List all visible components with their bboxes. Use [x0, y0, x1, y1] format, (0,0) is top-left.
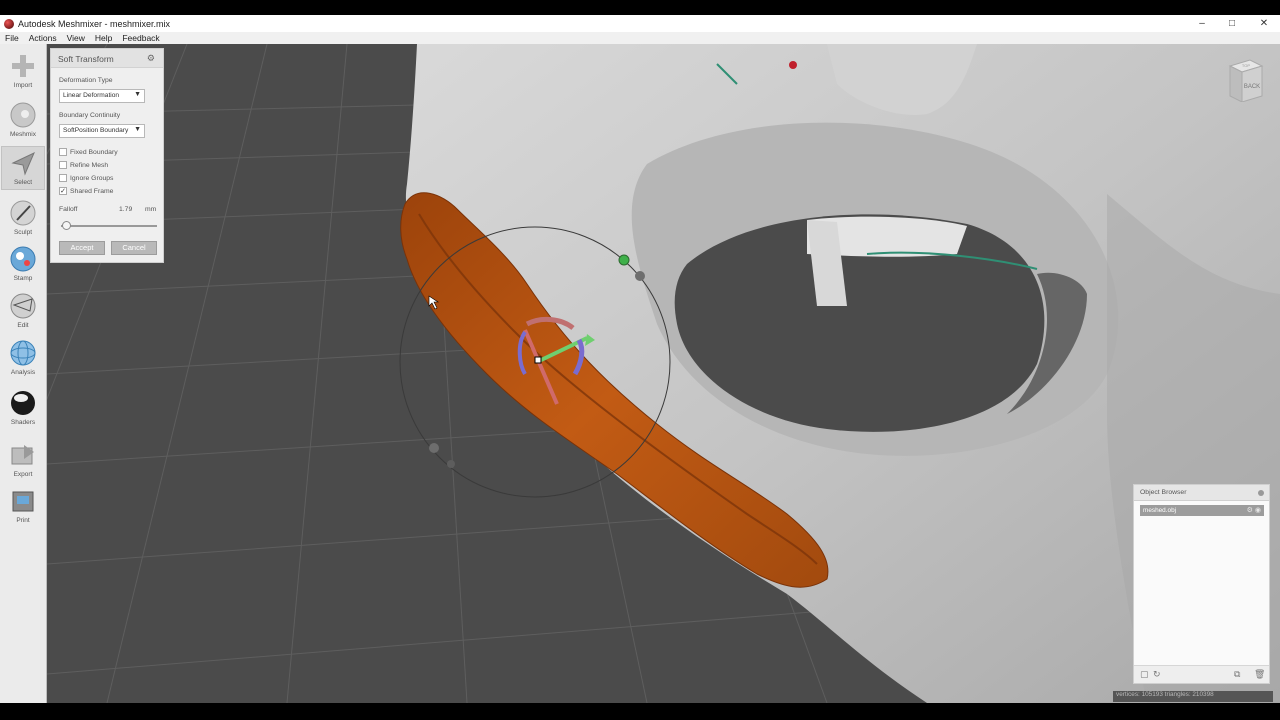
cancel-button[interactable]: Cancel [111, 241, 157, 255]
falloff-slider-track[interactable] [61, 225, 157, 227]
plus-icon [9, 52, 37, 80]
tool-label: Stamp [13, 275, 33, 282]
checkbox-label: Refine Mesh [70, 161, 109, 169]
tool-label: Export [13, 471, 33, 478]
window-titlebar: Autodesk Meshmixer - meshmixer.mix – □ ✕ [0, 15, 1280, 32]
meshmixer-app-icon [4, 18, 14, 29]
menu-bar: File Actions View Help Feedback [0, 32, 1280, 44]
view-cube[interactable]: BACK TOP [1228, 58, 1264, 103]
printer-icon [9, 487, 37, 515]
checkbox-box-checked[interactable]: ✓ [59, 187, 67, 195]
falloff-unit: mm [145, 206, 157, 213]
deformation-type-dropdown[interactable]: Linear Deformation ▼ [59, 89, 145, 103]
refresh-icon[interactable]: ↻ [1153, 669, 1161, 680]
refine-mesh-checkbox[interactable]: Refine Mesh [59, 161, 108, 169]
gizmo-grey-handle[interactable] [635, 271, 645, 281]
tool-label: Edit [17, 322, 29, 329]
letterbox-bottom [0, 703, 1280, 720]
menu-actions[interactable]: Actions [24, 33, 62, 43]
chevron-down-icon: ▼ [134, 91, 141, 98]
left-toolbar: Import Meshmix Select Sculpt Stamp Edit [0, 44, 47, 703]
deformation-type-label: Deformation Type [59, 77, 113, 84]
falloff-value[interactable]: 1.79 [119, 206, 132, 213]
menu-view[interactable]: View [62, 33, 90, 43]
checkbox-box[interactable] [59, 161, 67, 169]
checkbox-box[interactable] [59, 148, 67, 156]
close-button[interactable]: ✕ [1249, 15, 1279, 32]
object-name: meshed.obj [1143, 507, 1177, 514]
stamp-icon [9, 245, 37, 273]
accept-button[interactable]: Accept [59, 241, 105, 255]
tool-label: Meshmix [9, 131, 36, 138]
soft-transform-panel: Soft Transform ⚙ Deformation Type Linear… [50, 48, 164, 263]
boundary-continuity-dropdown[interactable]: SoftPosition Boundary ▼ [59, 124, 145, 138]
object-browser-title-text: Object Browser [1140, 489, 1187, 496]
checkbox-box[interactable] [59, 174, 67, 182]
maximize-button[interactable]: □ [1217, 15, 1247, 32]
checkbox-label: Ignore Groups [70, 174, 114, 182]
tool-label: Analysis [10, 369, 36, 376]
tool-export[interactable]: Export [1, 437, 45, 481]
3d-viewport[interactable] [47, 44, 1280, 703]
view-cube-face-label: BACK [1244, 84, 1260, 90]
boundary-continuity-value: SoftPosition Boundary [63, 127, 129, 134]
cube-icon[interactable]: ▢ [1140, 669, 1149, 680]
meshmix-sphere-icon [9, 101, 37, 129]
tool-label: Shaders [10, 419, 36, 426]
chevron-down-icon: ▼ [134, 126, 141, 133]
window-title: Autodesk Meshmixer - meshmixer.mix [18, 18, 171, 29]
tool-import[interactable]: Import [1, 48, 45, 92]
tool-label: Print [16, 517, 30, 524]
close-icon[interactable] [1258, 490, 1264, 496]
falloff-slider-handle[interactable] [62, 221, 71, 230]
object-row[interactable]: meshed.obj ⚙ ◉ [1140, 505, 1264, 516]
menu-feedback[interactable]: Feedback [117, 33, 164, 43]
duplicate-icon[interactable]: ⧉ [1234, 669, 1240, 680]
boundary-continuity-label: Boundary Continuity [59, 112, 121, 119]
shader-sphere-icon [9, 389, 37, 417]
analysis-sphere-icon [9, 339, 37, 367]
object-browser: Object Browser meshed.obj ⚙ ◉ ▢ ↻ ⧉ 🗑 [1133, 484, 1270, 684]
select-arrow-icon [9, 149, 37, 177]
mesh-stats-status: vertices: 105193 triangles: 210398 [1113, 691, 1273, 702]
menu-help[interactable]: Help [90, 33, 117, 43]
view-cube-top-label: TOP [1242, 63, 1250, 68]
gear-icon[interactable]: ⚙ [147, 53, 155, 64]
tool-label: Select [13, 179, 33, 186]
tool-meshmix[interactable]: Meshmix [1, 97, 45, 141]
checkbox-label: Fixed Boundary [70, 148, 118, 156]
tool-edit[interactable]: Edit [1, 288, 45, 332]
trash-icon[interactable]: 🗑 [1254, 669, 1265, 680]
falloff-label: Falloff [59, 206, 78, 213]
shared-frame-checkbox[interactable]: ✓ Shared Frame [59, 187, 113, 195]
tool-analysis[interactable]: Analysis [1, 335, 45, 379]
tool-sculpt[interactable]: Sculpt [1, 195, 45, 239]
edit-sphere-icon [9, 292, 37, 320]
object-browser-footer: ▢ ↻ ⧉ 🗑 [1134, 665, 1269, 683]
gizmo-green-handle[interactable] [618, 254, 630, 266]
minimize-button[interactable]: – [1187, 15, 1217, 32]
export-icon [9, 441, 37, 469]
fixed-boundary-checkbox[interactable]: Fixed Boundary [59, 148, 118, 156]
eye-icon[interactable]: ◉ [1255, 507, 1261, 514]
deformation-type-value: Linear Deformation [63, 92, 120, 99]
gizmo-pivot-handle[interactable] [429, 443, 439, 453]
brush-icon [9, 199, 37, 227]
red-marker [789, 61, 797, 69]
tool-label: Import [13, 82, 33, 89]
checkbox-label: Shared Frame [70, 187, 114, 195]
lock-icon[interactable]: ⚙ [1247, 507, 1253, 514]
menu-file[interactable]: File [0, 33, 24, 43]
scene-render [47, 44, 1280, 703]
tool-label: Sculpt [13, 229, 33, 236]
tool-select[interactable]: Select [1, 146, 45, 190]
tool-print[interactable]: Print [1, 483, 45, 527]
letterbox-top [0, 0, 1280, 15]
ignore-groups-checkbox[interactable]: Ignore Groups [59, 174, 113, 182]
tool-shaders[interactable]: Shaders [1, 385, 45, 429]
tool-stamp[interactable]: Stamp [1, 241, 45, 285]
object-browser-title: Object Browser [1134, 485, 1269, 501]
